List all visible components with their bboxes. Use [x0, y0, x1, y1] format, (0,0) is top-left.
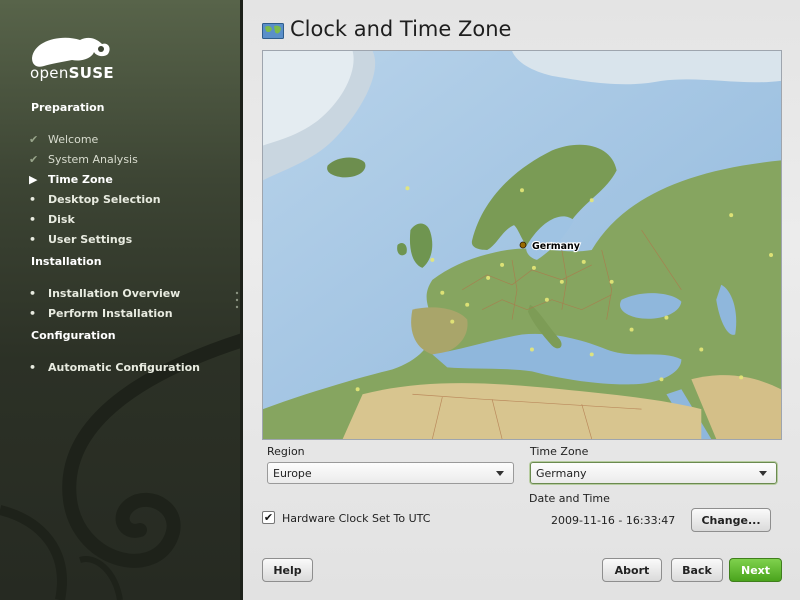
bullet-icon: • — [29, 232, 37, 246]
dropdown-arrow-icon — [496, 471, 504, 476]
step-welcome: ✔ Welcome — [29, 132, 99, 146]
hardware-clock-utc-label[interactable]: Hardware Clock Set To UTC — [282, 512, 430, 525]
dropdown-arrow-icon — [759, 471, 767, 476]
date-time-value: 2009-11-16 - 16:33:47 — [551, 514, 676, 527]
sidebar: openSUSE Preparation ✔ Welcome ✔ System An… — [0, 0, 243, 600]
bullet-icon: • — [29, 212, 37, 226]
next-button[interactable]: Next — [729, 558, 782, 582]
bullet-icon: • — [29, 192, 37, 206]
region-label: Region — [267, 445, 305, 458]
section-installation: Installation — [31, 255, 102, 268]
checkmark-icon: ✔ — [263, 511, 274, 524]
page-title: Clock and Time Zone — [290, 17, 512, 41]
region-value: Europe — [273, 466, 312, 480]
step-installation-overview: • Installation Overview — [29, 286, 181, 300]
section-preparation: Preparation — [31, 101, 105, 114]
bullet-icon: • — [29, 286, 37, 300]
abort-button[interactable]: Abort — [602, 558, 662, 582]
selected-location-marker — [519, 241, 527, 249]
resize-handle[interactable] — [235, 290, 239, 310]
time-zone-label: Time Zone — [530, 445, 589, 458]
back-button[interactable]: Back — [671, 558, 723, 582]
step-disk: • Disk — [29, 212, 75, 226]
check-icon: ✔ — [29, 132, 39, 146]
time-zone-combobox[interactable]: Germany — [530, 462, 777, 484]
step-desktop-selection: • Desktop Selection — [29, 192, 161, 206]
bullet-icon: • — [29, 360, 37, 374]
time-zone-map[interactable]: Germany — [262, 50, 782, 440]
section-configuration: Configuration — [31, 329, 116, 342]
selected-location-label: Germany — [532, 241, 580, 252]
bullet-icon: • — [29, 306, 37, 320]
region-combobox[interactable]: Europe — [267, 462, 514, 484]
step-system-analysis: ✔ System Analysis — [29, 152, 138, 166]
date-time-label: Date and Time — [529, 492, 610, 505]
change-datetime-button[interactable]: Change... — [691, 508, 771, 532]
hardware-clock-utc-checkbox[interactable]: ✔ — [262, 511, 275, 524]
time-zone-value: Germany — [536, 466, 587, 480]
world-map-icon — [262, 23, 284, 39]
step-time-zone: ▶ Time Zone — [29, 172, 113, 186]
step-user-settings: • User Settings — [29, 232, 133, 246]
step-perform-installation: • Perform Installation — [29, 306, 173, 320]
step-automatic-configuration: • Automatic Configuration — [29, 360, 201, 374]
play-arrow-icon: ▶ — [29, 172, 38, 186]
opensuse-wordmark: openSUSE — [30, 64, 114, 82]
help-button[interactable]: Help — [262, 558, 313, 582]
check-icon: ✔ — [29, 152, 39, 166]
